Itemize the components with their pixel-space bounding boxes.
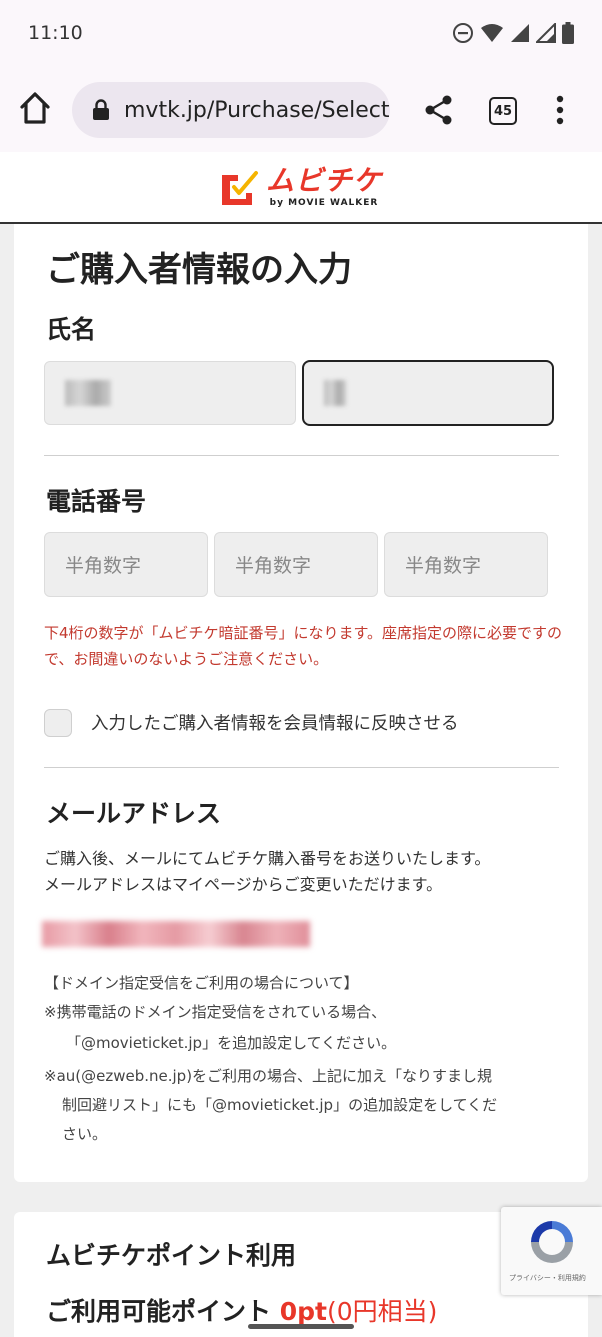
email-label: メールアドレス <box>46 799 222 828</box>
phone-input-3[interactable]: 半角数字 <box>384 532 548 597</box>
ticket-check-logo-icon <box>221 171 258 205</box>
address-bar[interactable]: mvtk.jp/Purchase/Select <box>72 82 390 138</box>
divider <box>44 767 559 768</box>
page-title: ご購入者情報の入力 <box>46 250 352 290</box>
domain-notice-line: さい。 <box>62 1125 108 1143</box>
available-points-row: ご利用可能ポイント 0pt(0円相当) <box>46 1292 437 1328</box>
domain-notice-line: ※携帯電話のドメイン指定受信をされている場合、 <box>44 1003 387 1021</box>
domain-notice-heading: 【ドメイン指定受信をご利用の場合について】 <box>44 974 359 992</box>
domain-notice-line: 「@movieticket.jp」を追加設定してください。 <box>66 1034 397 1052</box>
redacted-value <box>65 380 111 406</box>
first-name-input[interactable] <box>302 360 554 426</box>
domain-notice-line: ※au(@ezweb.ne.jp)をご利用の場合、上記に加え「なりすまし規 <box>44 1067 493 1085</box>
tabs-button[interactable]: 45 <box>489 97 517 125</box>
home-icon[interactable] <box>18 90 52 126</box>
points-value: 0pt <box>279 1297 327 1326</box>
email-description-2: メールアドレスはマイページからご変更いただけます。 <box>44 875 443 894</box>
domain-notice-line: 制回避リスト」にも「@movieticket.jp」の追加設定をしてくだ <box>62 1096 498 1114</box>
reflect-member-info-label[interactable]: 入力したご購入者情報を会員情報に反映させる <box>91 710 459 735</box>
phone-input-1[interactable]: 半角数字 <box>44 532 208 597</box>
last-name-input[interactable] <box>44 361 296 425</box>
name-label: 氏名 <box>46 315 97 344</box>
status-bar: 11:10 <box>0 0 602 68</box>
brand-byline: by MOVIE WALKER <box>269 198 379 208</box>
email-description-1: ご購入後、メールにてムビチケ購入番号をお送りいたします。 <box>44 849 491 868</box>
url-text: mvtk.jp/Purchase/Select <box>124 97 390 123</box>
lock-icon <box>93 99 109 120</box>
redacted-email-value <box>42 921 310 947</box>
phone-input-2[interactable]: 半角数字 <box>214 532 378 597</box>
brand-name: ムビチケ <box>265 164 382 197</box>
phone-label: 電話番号 <box>46 487 147 516</box>
more-vert-icon[interactable] <box>552 94 568 126</box>
battery-icon <box>562 22 574 44</box>
recaptcha-badge[interactable]: プライバシー・利用規約 <box>501 1207 602 1295</box>
purchaser-info-card: ご購入者情報の入力 氏名 電話番号 半角数字 半角数字 半角数字 下4桁の数字が… <box>14 224 588 1182</box>
recaptcha-links[interactable]: プライバシー・利用規約 <box>509 1273 586 1283</box>
share-icon[interactable] <box>424 94 454 126</box>
recaptcha-icon <box>531 1221 573 1263</box>
signal-icon <box>511 24 529 42</box>
site-header: ムビチケ by MOVIE WALKER <box>0 152 602 224</box>
redacted-value <box>324 380 346 406</box>
points-title: ムビチケポイント利用 <box>46 1241 297 1270</box>
site-logo[interactable]: ムビチケ by MOVIE WALKER <box>220 166 382 208</box>
phone-note: 下4桁の数字が「ムビチケ暗証番号」になります。座席指定の際に必要ですので、お間違… <box>44 624 563 668</box>
status-icons <box>452 22 574 44</box>
tab-count: 45 <box>493 103 513 119</box>
browser-toolbar: mvtk.jp/Purchase/Select 45 <box>0 68 602 152</box>
gesture-nav-handle[interactable] <box>248 1324 354 1329</box>
do-not-disturb-icon <box>453 23 473 43</box>
divider <box>44 455 559 456</box>
available-points-label: ご利用可能ポイント <box>46 1297 272 1326</box>
status-time: 11:10 <box>28 22 83 44</box>
reflect-member-info-checkbox[interactable] <box>44 709 72 737</box>
points-yen: (0円相当) <box>326 1297 438 1326</box>
signal-icon <box>536 23 556 43</box>
wifi-icon <box>481 24 503 42</box>
